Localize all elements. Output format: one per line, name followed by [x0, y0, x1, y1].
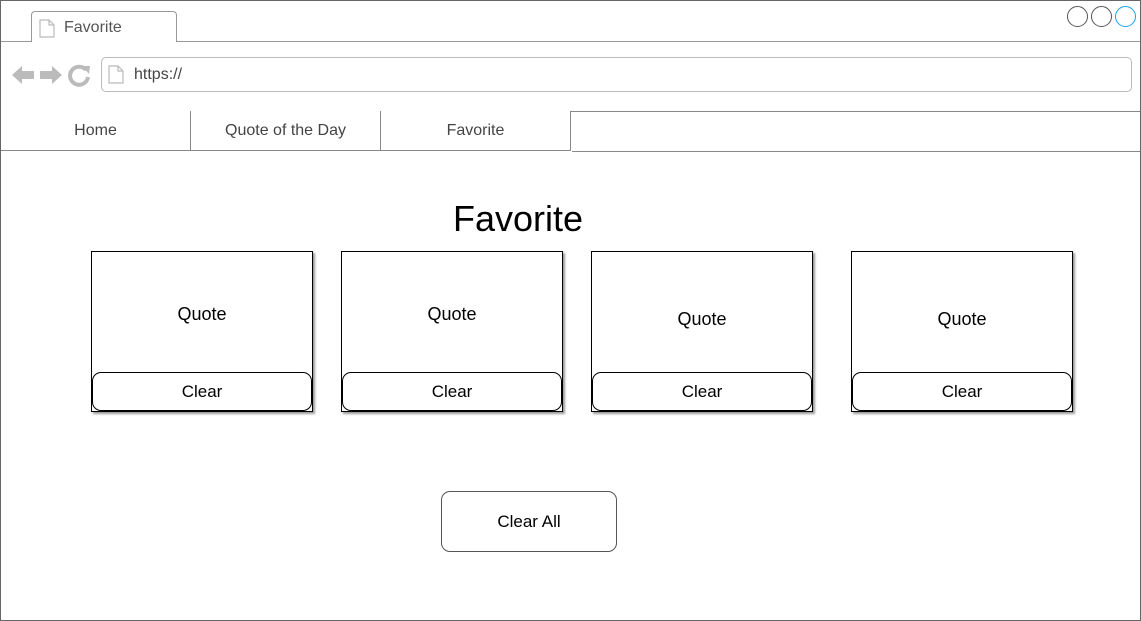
quote-text: Quote — [177, 304, 227, 324]
quote-card: Quote Clear — [851, 251, 1073, 412]
nav-item-favorite[interactable]: Favorite — [381, 111, 571, 151]
nav-item-quote-of-the-day[interactable]: Quote of the Day — [191, 111, 381, 151]
back-arrow-icon[interactable] — [11, 64, 35, 91]
quote-text: Quote — [677, 309, 727, 329]
clear-button[interactable]: Clear — [592, 372, 812, 411]
url-text: https:// — [134, 66, 183, 83]
quote-text: Quote — [427, 304, 477, 324]
page-icon — [39, 19, 55, 43]
quote-card: Quote Clear — [341, 251, 563, 412]
browser-window: Favorite https:// Home Quote of the Day … — [0, 0, 1141, 621]
clear-button[interactable]: Clear — [92, 372, 312, 411]
page-title: Favorite — [452, 198, 584, 239]
maximize-button[interactable] — [1091, 6, 1112, 27]
window-controls — [1067, 6, 1136, 27]
nav-divider — [572, 151, 1140, 152]
minimize-button[interactable] — [1067, 6, 1088, 27]
page-icon — [108, 65, 124, 89]
browser-tab[interactable]: Favorite — [31, 11, 177, 42]
reload-icon[interactable] — [67, 63, 91, 92]
quote-card: Quote Clear — [591, 251, 813, 412]
quote-text: Quote — [937, 309, 987, 329]
close-button[interactable] — [1115, 6, 1136, 27]
address-bar[interactable]: https:// — [101, 57, 1132, 92]
tab-title: Favorite — [64, 19, 122, 36]
clear-all-button[interactable]: Clear All — [441, 491, 617, 552]
nav-item-home[interactable]: Home — [1, 111, 191, 151]
clear-button[interactable]: Clear — [342, 372, 562, 411]
navigation-controls — [11, 63, 91, 92]
forward-arrow-icon[interactable] — [39, 64, 63, 91]
clear-button[interactable]: Clear — [852, 372, 1072, 411]
quote-card: Quote Clear — [91, 251, 313, 412]
site-nav: Home Quote of the Day Favorite — [1, 111, 571, 151]
